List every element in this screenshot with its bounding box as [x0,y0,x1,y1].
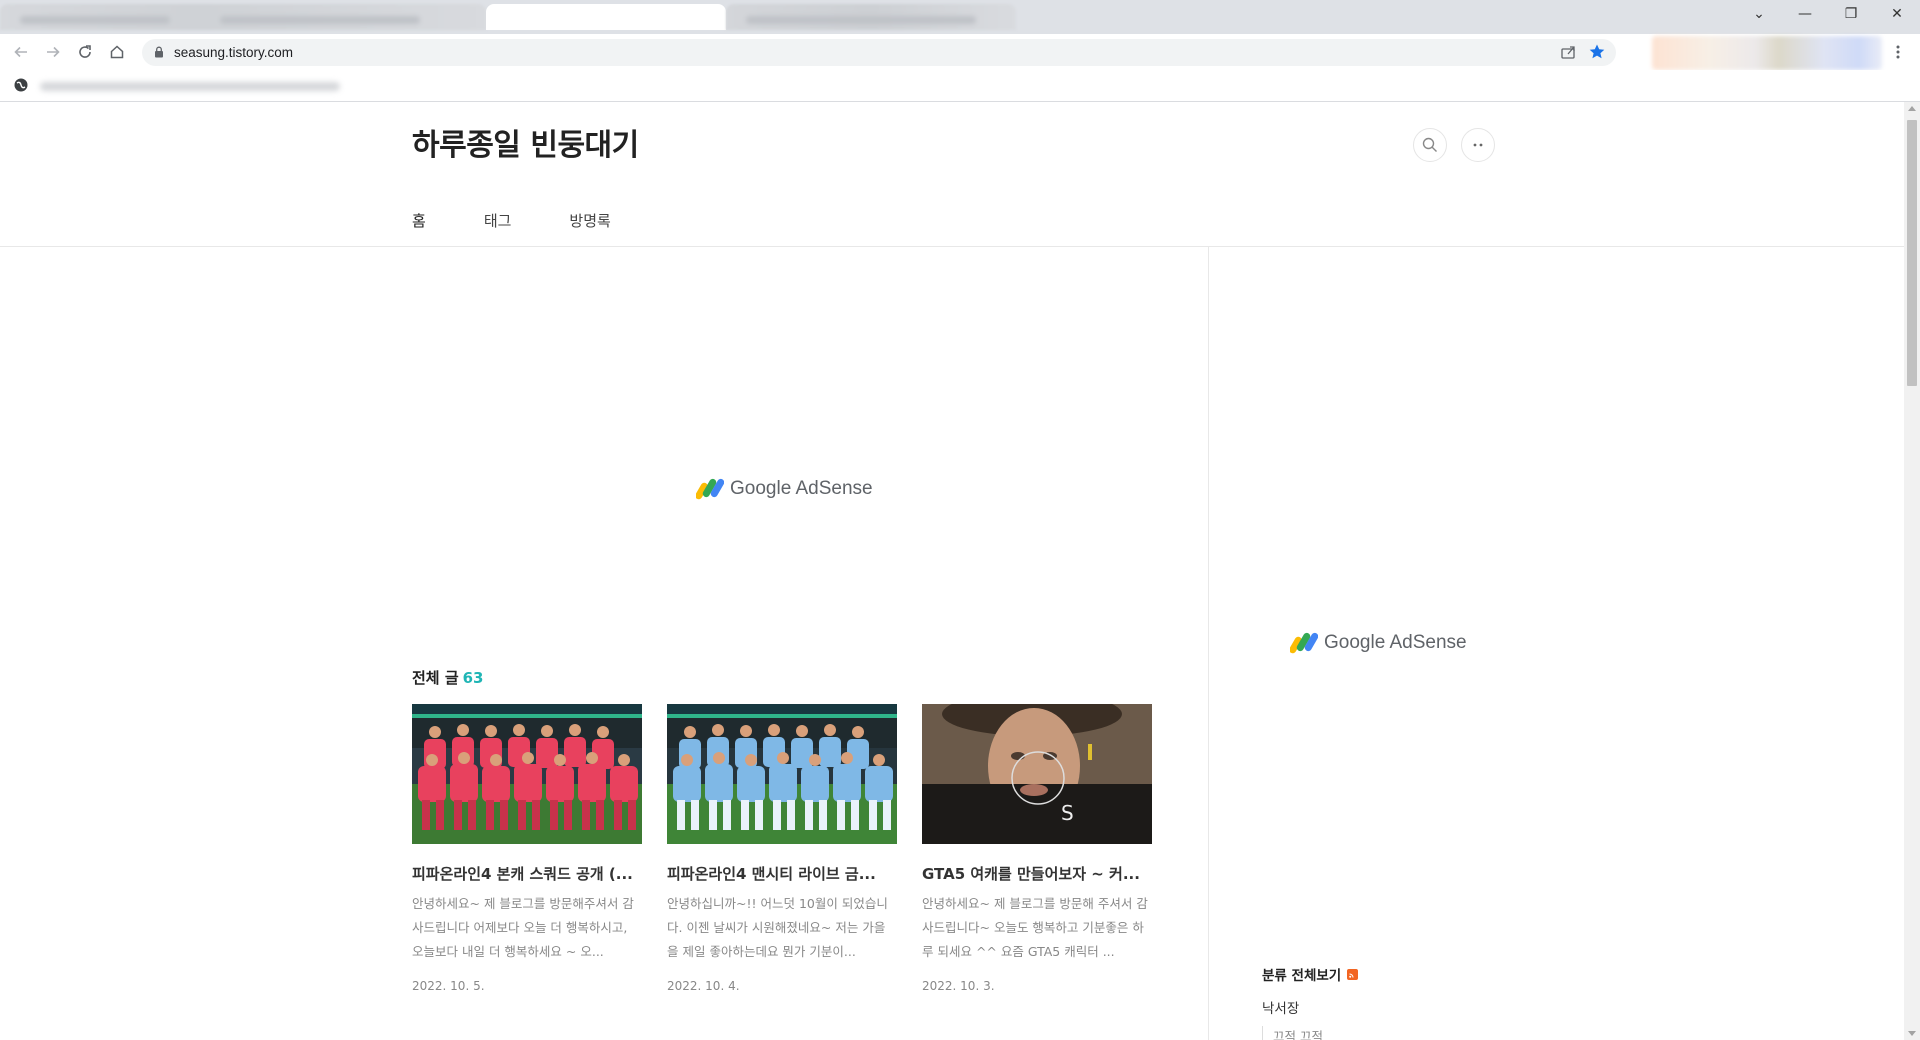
search-icon [1422,137,1437,152]
category-header-label: 분류 전체보기 [1262,968,1342,984]
forward-arrow-icon [47,46,60,58]
menu-item-tag[interactable]: 태그 [484,210,512,231]
more-dots-icon [1473,143,1483,147]
adsense-label: Google AdSense [730,478,873,499]
tab-blurred[interactable] [0,4,486,30]
back-arrow-icon [14,46,27,58]
kebab-menu-icon [1896,45,1900,59]
rss-icon[interactable] [1347,968,1359,980]
adsense-main[interactable]: Google AdSense [696,478,873,500]
header-divider [0,246,1904,247]
page-viewport: 하루종일 빈둥대기 홈 태그 방명록 Google AdSense Google… [0,102,1904,1040]
post-card[interactable]: S GTA5 여캐를 만들어보자 ~ 커... 안녕하세요~ 제 블로그를 방문… [922,704,1152,993]
post-date: 2022. 10. 5. [412,979,485,993]
all-posts-label: 전체 글 [412,669,459,687]
url-text: seasung.tistory.com [174,45,294,60]
blog-title[interactable]: 하루종일 빈둥대기 [412,120,639,164]
lock-icon [155,46,163,58]
post-card[interactable]: 피파온라인4 본캐 스쿼드 공개 (... 안녕하세요~ 제 블로그를 방문해주… [412,704,642,993]
post-thumbnail[interactable] [667,704,897,844]
home-button[interactable] [105,40,129,64]
adsense-sidebar[interactable]: Google AdSense [1290,632,1467,654]
search-button[interactable] [1413,128,1447,162]
forward-button[interactable] [41,40,65,64]
tab-active[interactable] [486,4,726,30]
subcategory-item[interactable]: 끄적 끄적 [1262,1026,1323,1040]
more-button[interactable] [1461,128,1495,162]
post-excerpt[interactable]: 안녕하세요~ 제 블로그를 방문해주셔서 감사드립니다 어제보다 오늘 더 행복… [412,892,640,964]
team-photo-image [412,704,642,844]
window-controls: ⌄ — ❐ ✕ [1736,0,1920,28]
page-scrollbar[interactable] [1904,102,1920,1040]
post-title[interactable]: 피파온라인4 본캐 스쿼드 공개 (... [412,863,638,884]
thumbnail-letter: S [1061,801,1074,825]
all-posts-heading[interactable]: 전체 글 63 [412,667,484,688]
tab-search-button[interactable]: ⌄ [1736,0,1782,28]
adsense-logo-icon [1290,632,1318,654]
post-thumbnail[interactable] [412,704,642,844]
post-date: 2022. 10. 4. [667,979,740,993]
post-title[interactable]: 피파온라인4 맨시티 라이브 금... [667,863,893,884]
post-date: 2022. 10. 3. [922,979,995,993]
address-bar[interactable]: seasung.tistory.com [142,39,1616,66]
post-count: 63 [462,669,484,687]
post-excerpt[interactable]: 안녕하십니까~!! 어느덧 10월이 되었습니다. 이젠 날씨가 시원해졌네요~… [667,892,895,964]
back-button[interactable] [9,40,33,64]
bookmark-star-icon[interactable] [1588,43,1606,61]
tab-strip: ⌄ — ❐ ✕ [0,0,1920,34]
bookmarks-bar [0,70,1920,102]
sidebar-divider [1208,247,1209,1040]
post-title[interactable]: GTA5 여캐를 만들어보자 ~ 커... [922,863,1148,884]
extensions-area[interactable] [1652,36,1882,70]
close-button[interactable]: ✕ [1874,0,1920,28]
globe-icon[interactable] [14,78,28,92]
category-item[interactable]: 낙서장 [1262,997,1299,1017]
bookmarks-blurred[interactable] [40,82,340,91]
post-card[interactable]: 피파온라인4 맨시티 라이브 금... 안녕하십니까~!! 어느덧 10월이 되… [667,704,897,993]
character-portrait-image: S [922,704,1152,844]
restore-button[interactable]: ❐ [1828,0,1874,28]
scroll-down-arrow-icon[interactable] [1908,1031,1916,1036]
menu-item-guestbook[interactable]: 방명록 [569,210,610,231]
team-photo-image [667,704,897,844]
post-thumbnail[interactable]: S [922,704,1152,844]
blog-menu: 홈 태그 방명록 [412,210,669,231]
category-all-link[interactable]: 분류 전체보기 [1262,964,1359,984]
reload-button[interactable] [73,40,97,64]
reload-icon [79,45,91,58]
home-icon [110,45,124,59]
scroll-thumb[interactable] [1907,120,1917,386]
browser-menu-button[interactable] [1888,42,1908,62]
share-icon[interactable] [1560,44,1578,60]
tab-blurred[interactable] [726,4,1016,30]
menu-item-home[interactable]: 홈 [412,210,426,231]
browser-toolbar: seasung.tistory.com [0,34,1920,70]
adsense-logo-icon [696,478,724,500]
adsense-label: Google AdSense [1324,632,1467,653]
post-excerpt[interactable]: 안녕하세요~ 제 블로그를 방문해 주셔서 감사드립니다~ 오늘도 행복하고 기… [922,892,1150,964]
minimize-button[interactable]: — [1782,0,1828,28]
scroll-up-arrow-icon[interactable] [1908,106,1916,111]
